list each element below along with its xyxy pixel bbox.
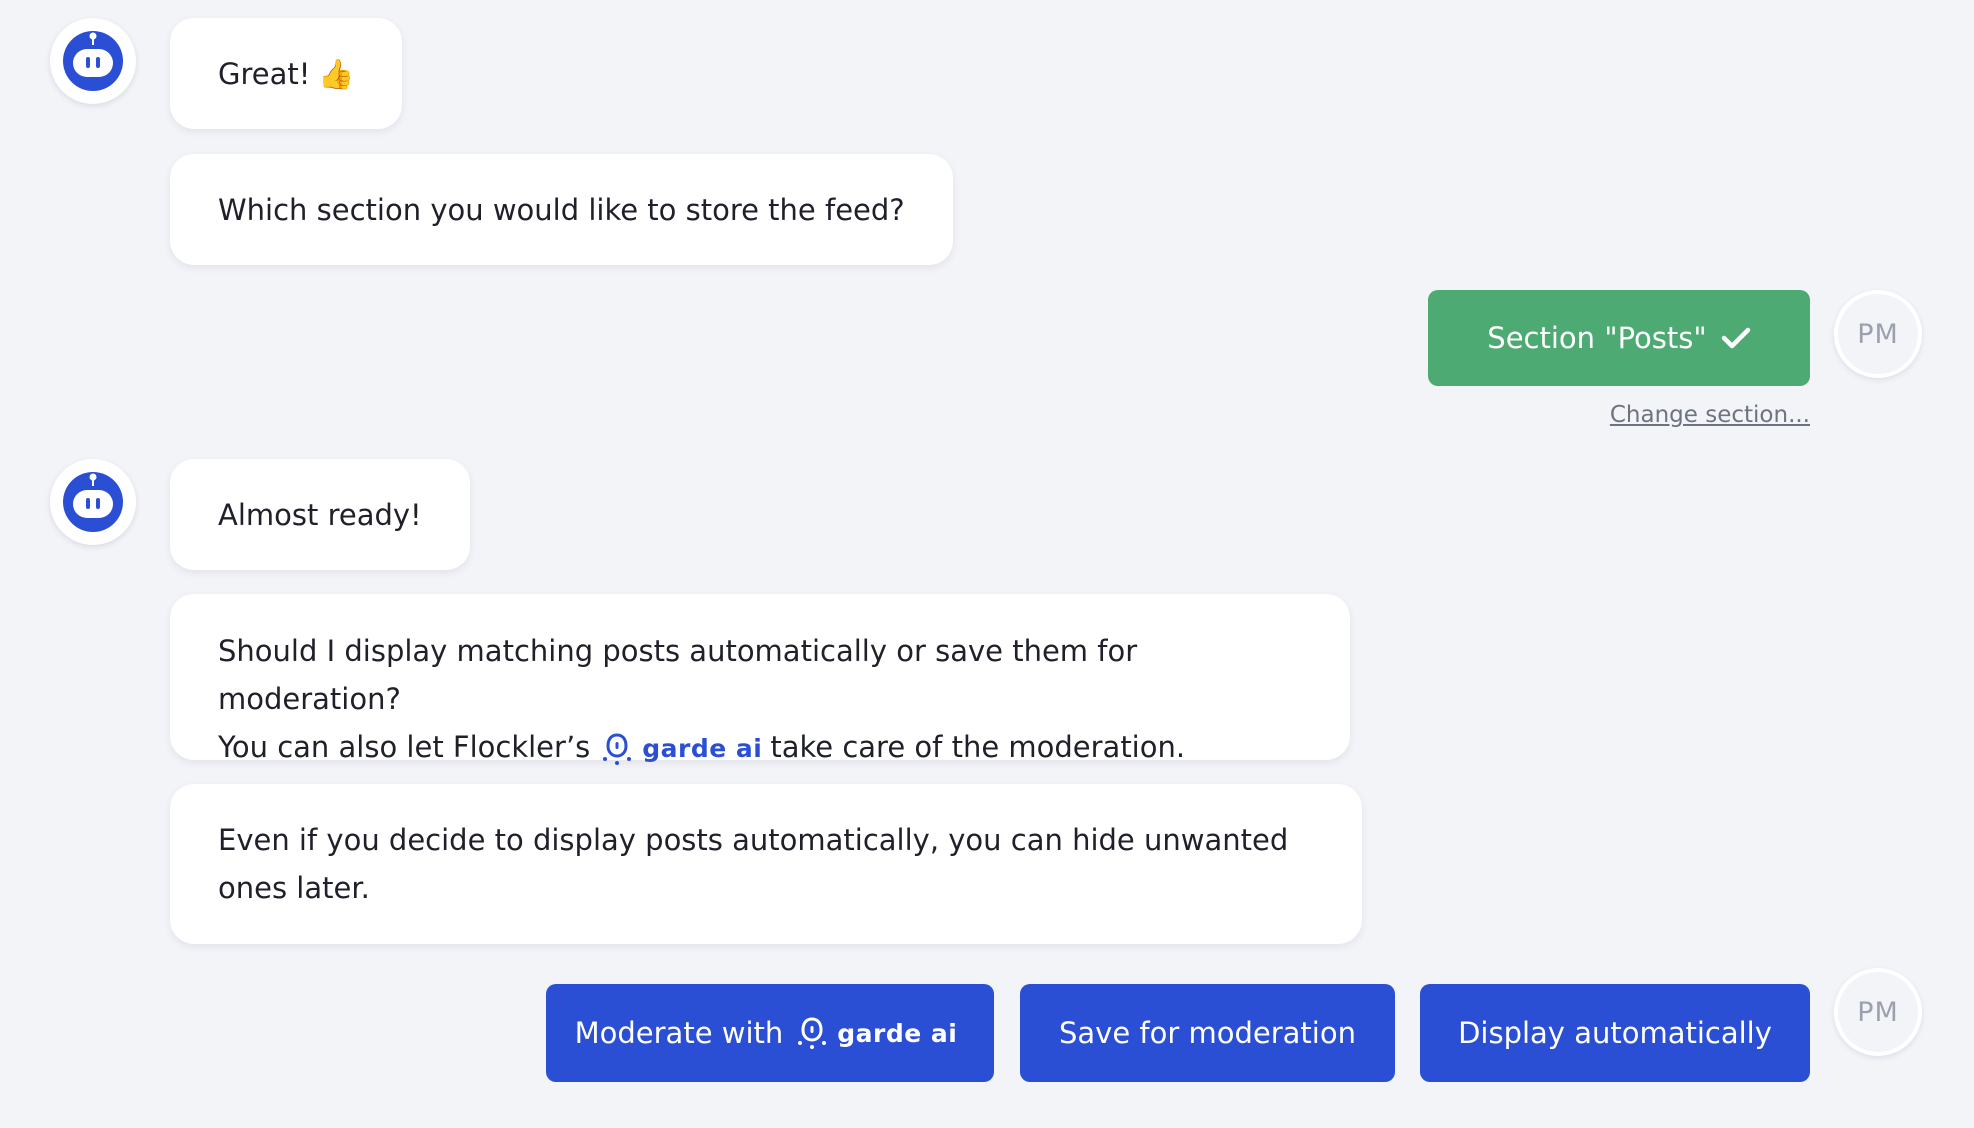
checkmark-icon bbox=[1721, 327, 1750, 349]
user-initials: PM bbox=[1857, 996, 1899, 1028]
greeting-text: Great! bbox=[218, 56, 311, 91]
bot-avatar bbox=[50, 459, 136, 545]
bot-avatar bbox=[50, 18, 136, 104]
garde-ai-logo-icon bbox=[798, 1017, 827, 1049]
moderation-garde-suffix: take care of the moderation. bbox=[770, 730, 1186, 764]
almost-ready-text: Almost ready! bbox=[218, 497, 422, 532]
selected-section-label: Section "Posts" bbox=[1487, 321, 1707, 355]
garde-ai-logo: garde ai bbox=[797, 1016, 957, 1050]
robot-icon bbox=[63, 31, 123, 91]
robot-icon bbox=[63, 472, 123, 532]
bot-message-moderation-question: Should I display matching posts automati… bbox=[170, 594, 1350, 765]
display-automatically-label: Display automatically bbox=[1458, 1016, 1772, 1050]
moderation-garde-prefix: You can also let Flockler’s bbox=[218, 730, 591, 764]
moderation-garde-line: You can also let Flockler’s garde ai take… bbox=[218, 723, 1302, 773]
bot-message-hide-note: Even if you decide to display posts auto… bbox=[170, 784, 1362, 944]
save-for-moderation-label: Save for moderation bbox=[1059, 1016, 1356, 1050]
bot-message-greeting: Great! 👍 bbox=[170, 18, 403, 129]
thumbs-up-icon: 👍 bbox=[318, 56, 355, 91]
change-section-link[interactable]: Change section... bbox=[1608, 402, 1810, 428]
garde-ai-logo: garde ai bbox=[602, 725, 762, 773]
save-for-moderation-button[interactable]: Save for moderation bbox=[1020, 984, 1395, 1082]
hide-note-text: Even if you decide to display posts auto… bbox=[218, 823, 1289, 905]
garde-ai-logo-icon bbox=[603, 733, 632, 765]
garde-ai-wordmark: garde ai bbox=[837, 1018, 958, 1048]
moderate-with-label: Moderate with bbox=[574, 1016, 784, 1050]
user-avatar: PM bbox=[1834, 290, 1922, 378]
user-initials: PM bbox=[1857, 318, 1899, 350]
bot-message-almost-ready: Almost ready! bbox=[170, 459, 470, 570]
selected-section-button[interactable]: Section "Posts" bbox=[1428, 290, 1810, 386]
section-question-text: Which section you would like to store th… bbox=[218, 192, 905, 227]
moderate-with-garde-ai-button[interactable]: Moderate with garde ai bbox=[546, 984, 994, 1082]
garde-ai-wordmark: garde ai bbox=[642, 734, 763, 763]
user-avatar: PM bbox=[1834, 968, 1922, 1056]
moderation-question-line: Should I display matching posts automati… bbox=[218, 634, 1138, 716]
chat-page: Great! 👍 Which section you would like to… bbox=[0, 0, 1974, 1128]
bot-message-section-question: Which section you would like to store th… bbox=[170, 154, 953, 265]
display-automatically-button[interactable]: Display automatically bbox=[1420, 984, 1810, 1082]
